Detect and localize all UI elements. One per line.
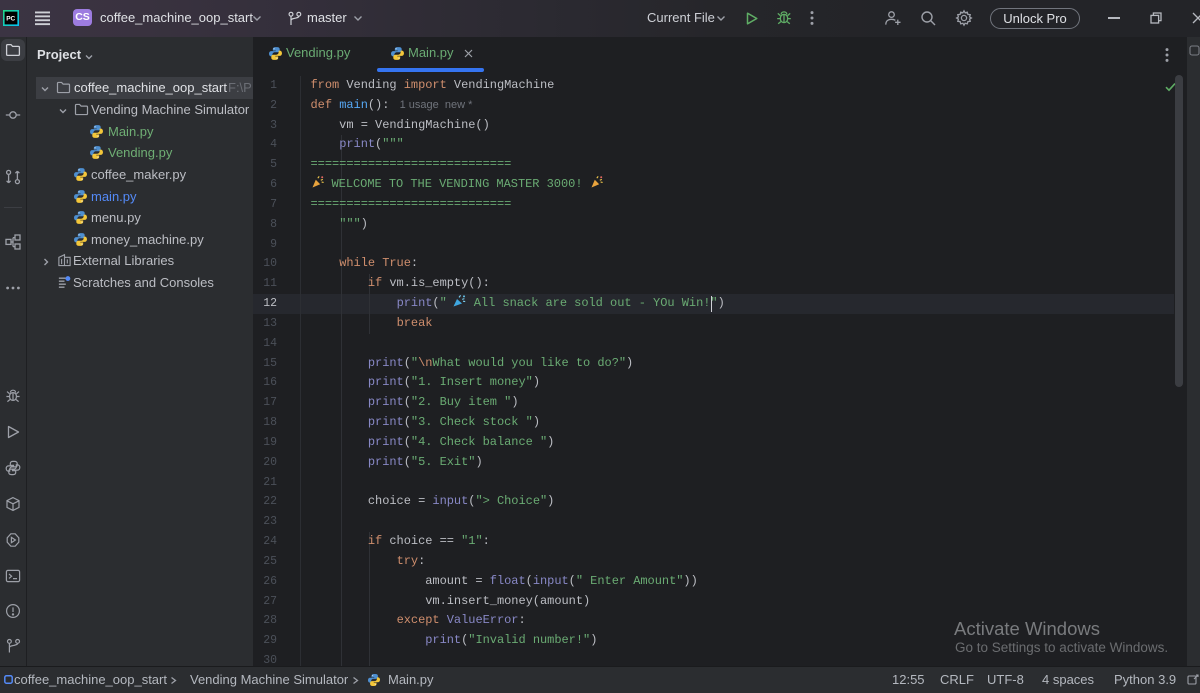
svg-text:PC: PC (6, 16, 15, 23)
